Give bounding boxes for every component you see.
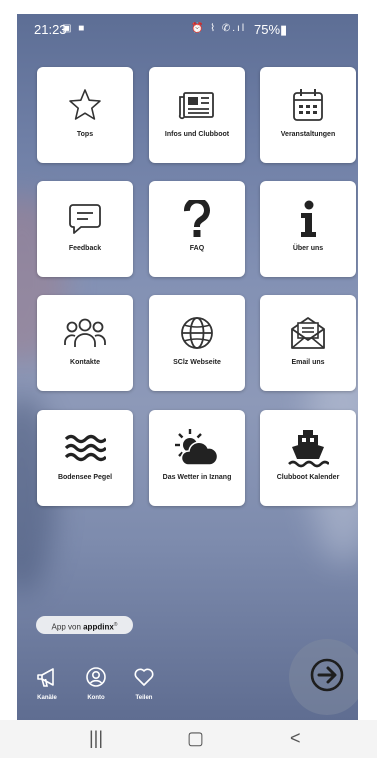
badge-prefix: App von — [51, 622, 84, 632]
tile-tops[interactable]: Tops — [37, 67, 133, 163]
tile-clubboot-kalender[interactable]: Clubboot Kalender — [260, 410, 356, 506]
globe-icon — [149, 313, 245, 353]
tile-label: Feedback — [68, 245, 102, 252]
nav-label: Teilen — [135, 695, 153, 701]
system-navigation-bar: ||| ▢ < — [0, 720, 377, 758]
ship-icon — [260, 428, 356, 468]
system-status-icons: ⏰ ⌇ ✆.ıl — [191, 23, 247, 34]
tile-ueber-uns[interactable]: Über uns — [260, 181, 356, 277]
status-bar: 21:23 ▣ ■ ⏰ ⌇ ✆.ıl 75%▮ — [17, 14, 358, 42]
next-fab-button[interactable] — [289, 639, 358, 715]
info-icon — [260, 199, 356, 239]
email-icon — [260, 313, 356, 353]
tile-label: Das Wetter in Iznang — [162, 474, 232, 481]
tile-faq[interactable]: FAQ — [149, 181, 245, 277]
contacts-icon — [37, 313, 133, 353]
question-mark-icon — [149, 199, 245, 239]
tile-label: Über uns — [292, 245, 324, 252]
tile-label: SClz Webseite — [173, 359, 221, 366]
heart-icon — [134, 668, 154, 686]
tile-bodensee-pegel[interactable]: Bodensee Pegel — [37, 410, 133, 506]
megaphone-icon — [37, 668, 54, 687]
nav-label: Kanäle — [37, 695, 57, 701]
tile-feedback[interactable]: Feedback — [37, 181, 133, 277]
tile-label: Bodensee Pegel — [57, 474, 113, 481]
tile-kontakte[interactable]: Kontakte — [37, 295, 133, 391]
newspaper-icon — [149, 85, 245, 125]
nav-teilen[interactable]: Teilen — [127, 666, 161, 701]
tile-label: FAQ — [189, 245, 205, 252]
tile-label: Kontakte — [70, 359, 100, 366]
weather-icon — [149, 428, 245, 468]
tile-label: Tops — [76, 131, 94, 138]
app-screen: 21:23 ▣ ■ ⏰ ⌇ ✆.ıl 75%▮ Tops Infos und C… — [17, 14, 358, 720]
battery-level: 75%▮ — [254, 22, 288, 37]
calendar-icon — [260, 85, 356, 125]
badge-brand: appdinx — [83, 622, 114, 632]
notification-icons: ▣ ■ — [62, 23, 87, 34]
feedback-icon — [37, 199, 133, 239]
tile-label: Veranstaltungen — [280, 131, 336, 138]
nav-label: Konto — [87, 695, 105, 701]
nav-konto[interactable]: Konto — [79, 666, 113, 701]
nav-kanaele[interactable]: Kanäle — [30, 666, 64, 701]
tile-label: Clubboot Kalender — [276, 474, 340, 481]
recent-apps-button[interactable]: ||| — [89, 728, 103, 749]
tile-sclz-webseite[interactable]: SClz Webseite — [149, 295, 245, 391]
tile-label: Email uns — [291, 359, 325, 366]
badge-registered-mark: ® — [113, 622, 118, 628]
tile-wetter-iznang[interactable]: Das Wetter in Iznang — [149, 410, 245, 506]
star-icon — [37, 85, 133, 125]
tile-infos-clubboot[interactable]: Infos und Clubboot — [149, 67, 245, 163]
arrow-right-circle-icon — [310, 658, 344, 692]
tile-veranstaltungen[interactable]: Veranstaltungen — [260, 67, 356, 163]
water-waves-icon — [37, 428, 133, 468]
back-button[interactable]: < — [290, 728, 301, 749]
tile-label: Infos und Clubboot — [164, 131, 230, 138]
home-button[interactable]: ▢ — [187, 728, 204, 749]
tile-email-uns[interactable]: Email uns — [260, 295, 356, 391]
app-by-appdinx-badge[interactable]: App von appdinx® — [36, 616, 133, 634]
account-icon — [86, 667, 106, 687]
